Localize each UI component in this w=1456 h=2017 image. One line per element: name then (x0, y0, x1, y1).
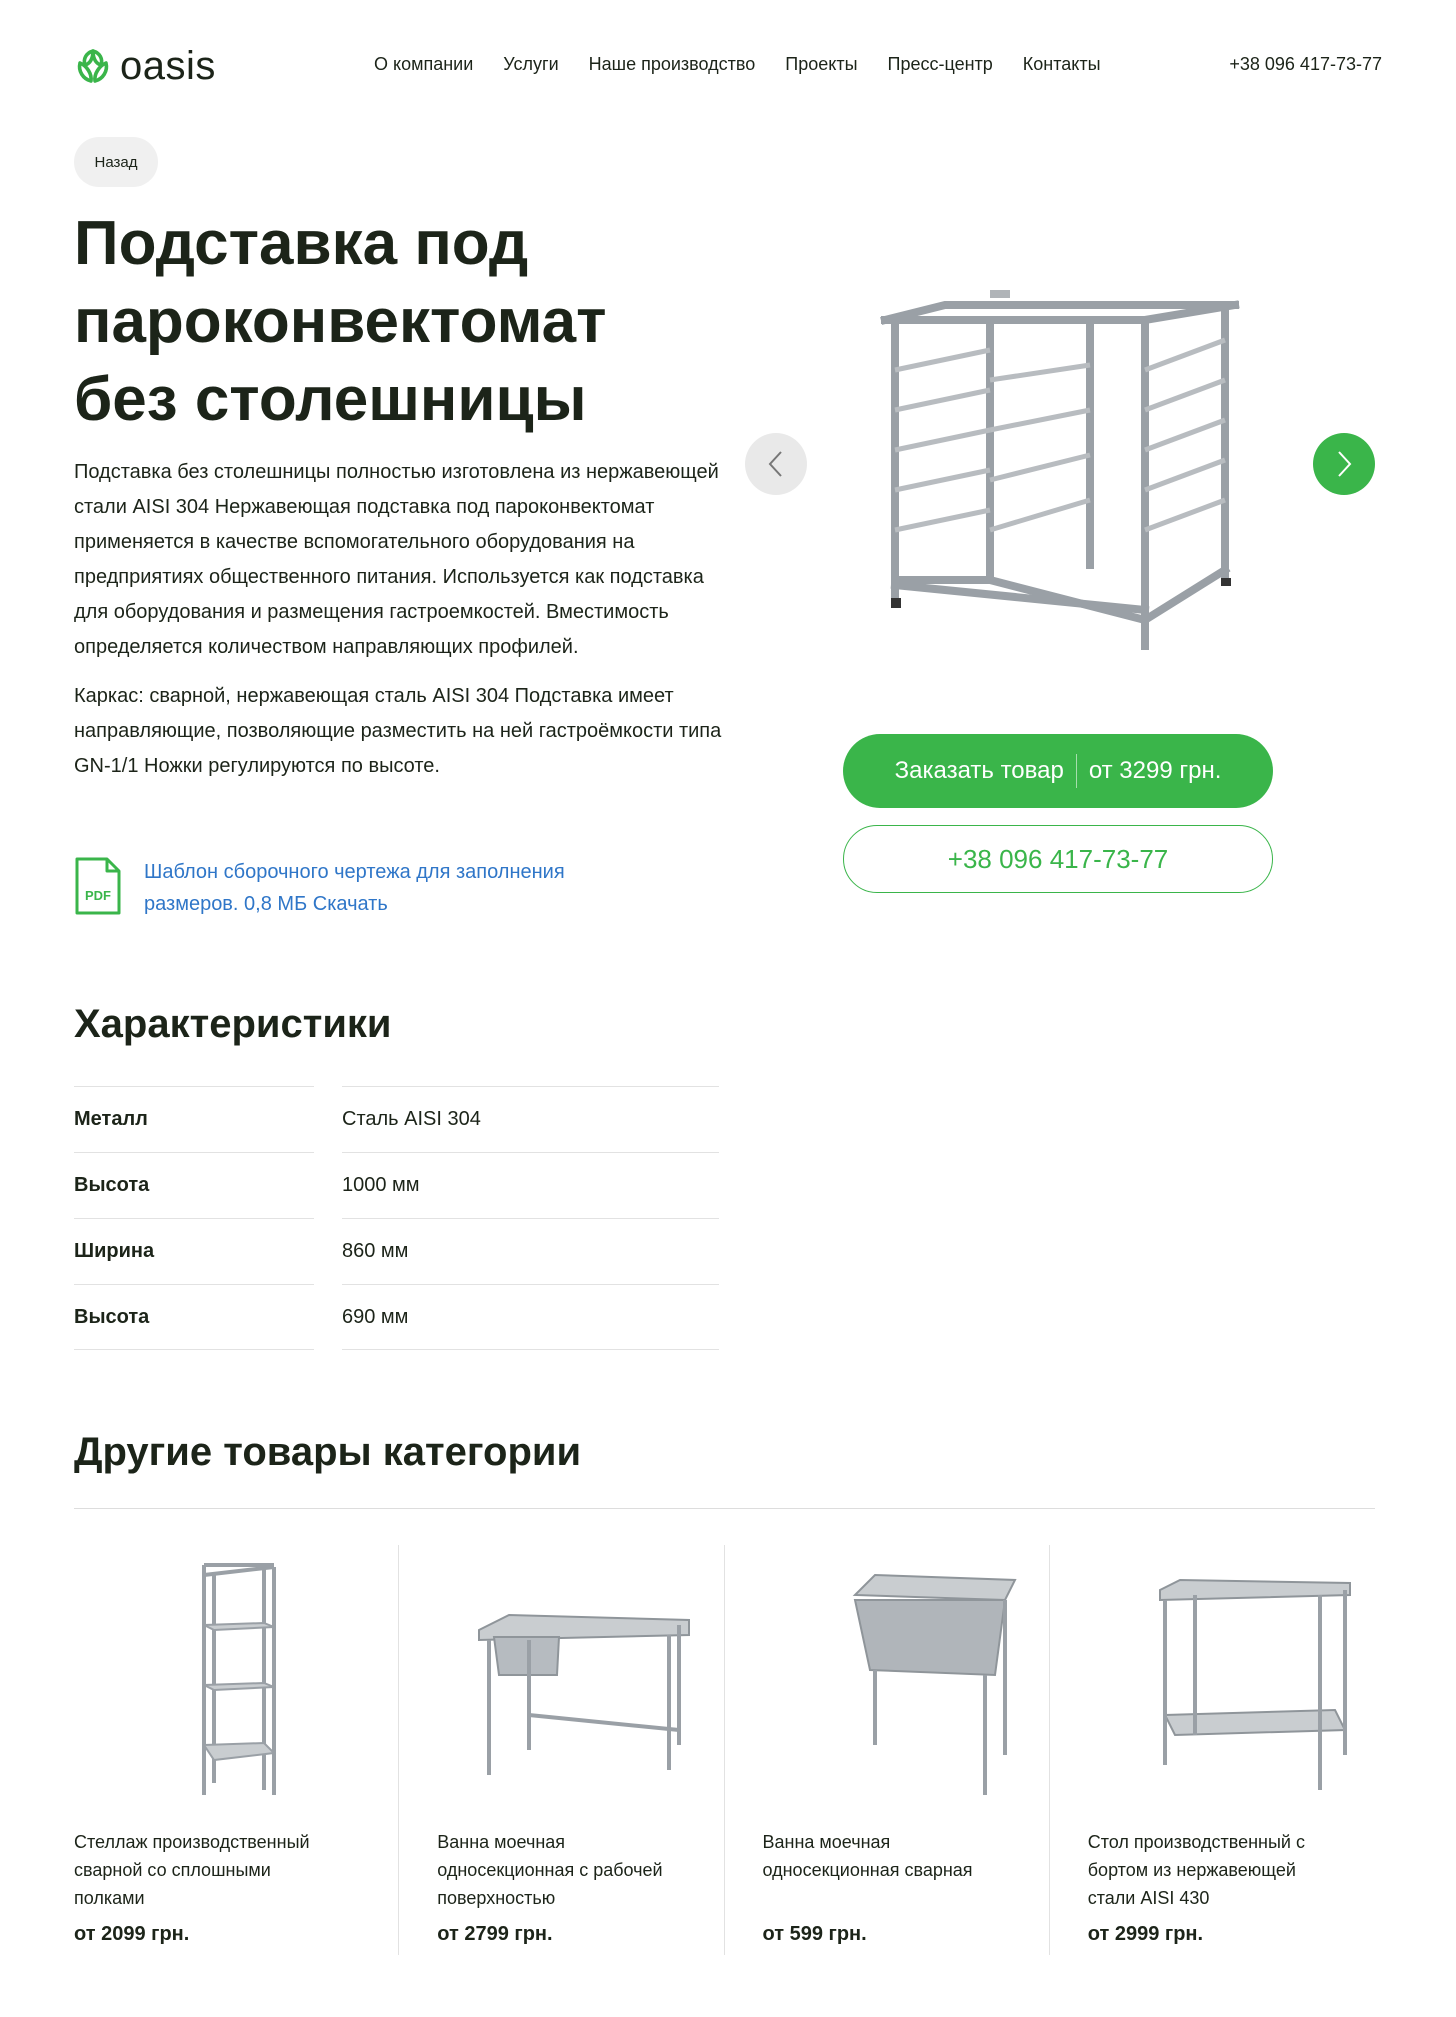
product-card[interactable]: Ванна моечная односекционная с рабочей п… (399, 1545, 725, 1955)
description-paragraph: Подставка без столешницы полностью изгот… (74, 461, 719, 658)
site-header: oasis О компании Услуги Наше производств… (74, 40, 1382, 92)
logo[interactable]: oasis (74, 46, 216, 86)
pdf-file-icon: PDF (75, 857, 121, 915)
pdf-download-link[interactable]: Шаблон сборочного чертежа для заполнения… (144, 856, 614, 920)
phone-button[interactable]: +38 096 417-73-77 (843, 825, 1273, 893)
product-card-image (202, 1563, 277, 1795)
pdf-label: PDF (85, 888, 111, 903)
order-button-divider (1075, 754, 1077, 788)
product-card-title: Стол производственный с бортом из нержав… (1087, 1832, 1305, 1908)
nav-item-projects[interactable]: Проекты (785, 54, 857, 75)
leaf-logo-icon (77, 49, 109, 83)
product-card[interactable]: Ванна моечная односекционная сварная от … (725, 1545, 1051, 1955)
pdf-download[interactable]: PDF Шаблон сборочного чертежа для заполн… (74, 856, 614, 920)
product-card-title: Ванна моечная односекционная сварная (762, 1832, 973, 1880)
specs-title: Характеристики (74, 1002, 392, 1046)
spec-row: Высота 1000 мм (74, 1152, 719, 1218)
product-card-image (478, 1613, 691, 1775)
related-title: Другие товары категории (74, 1430, 582, 1474)
main-nav: О компании Услуги Наше производство Прое… (374, 54, 1101, 75)
logo-text: oasis (120, 44, 216, 88)
spec-value: Сталь AISI 304 (342, 1086, 719, 1152)
product-card[interactable]: Стол производственный с бортом из нержав… (1050, 1545, 1375, 1955)
nav-item-production[interactable]: Наше производство (589, 54, 756, 75)
order-button-price: от 3299 грн. (1088, 757, 1222, 784)
header-phone-link[interactable]: +38 096 417-73-77 (1229, 54, 1382, 75)
spec-value: 860 мм (342, 1218, 719, 1284)
page-title: Подставка под пароконвектомат без столеш… (74, 209, 607, 434)
spec-value: 690 мм (342, 1284, 719, 1350)
specs-table: Металл Сталь AISI 304 Высота 1000 мм Шир… (74, 1086, 719, 1350)
related-products: Стеллаж производственный сварной со спло… (74, 1545, 1375, 1955)
spec-key: Ширина (74, 1218, 314, 1284)
nav-item-press[interactable]: Пресс-центр (888, 54, 993, 75)
product-card-price: от 2099 грн. (74, 1923, 190, 1945)
back-button[interactable]: Назад (74, 137, 158, 187)
product-card-title: Стеллаж производственный сварной со спло… (74, 1832, 310, 1908)
spec-row: Металл Сталь AISI 304 (74, 1086, 719, 1152)
spec-key: Высота (74, 1284, 314, 1350)
nav-item-contacts[interactable]: Контакты (1023, 54, 1101, 75)
product-card-price: от 2799 грн. (437, 1923, 553, 1945)
gallery-prev-button[interactable] (745, 433, 807, 495)
section-divider (74, 1508, 1375, 1509)
product-gallery (745, 270, 1375, 670)
spec-value: 1000 мм (342, 1152, 719, 1218)
chevron-right-icon (1338, 451, 1352, 477)
spec-row: Высота 690 мм (74, 1284, 719, 1350)
product-card-title: Ванна моечная односекционная с рабочей п… (437, 1832, 663, 1908)
product-card[interactable]: Стеллаж производственный сварной со спло… (74, 1545, 400, 1955)
chevron-left-icon (768, 451, 782, 477)
nav-item-about[interactable]: О компании (374, 54, 473, 75)
spec-key: Высота (74, 1152, 314, 1218)
product-card-price: от 2999 грн. (1087, 1923, 1204, 1945)
product-card-image (852, 1573, 1017, 1795)
order-button-label: Заказать товар (894, 757, 1064, 784)
order-button[interactable]: Заказать товар от 3299 грн. (843, 734, 1273, 808)
product-card-image (1158, 1578, 1351, 1790)
product-card-price: от 599 грн. (762, 1923, 867, 1945)
spec-key: Металл (74, 1086, 314, 1152)
nav-item-services[interactable]: Услуги (503, 54, 558, 75)
description-paragraph: Каркас: сварной, нержавеющая сталь AISI … (74, 685, 722, 777)
gallery-next-button[interactable] (1313, 433, 1375, 495)
product-description: Подставка без столешницы полностью изгот… (74, 455, 724, 784)
spec-row: Ширина 860 мм (74, 1218, 719, 1284)
product-image (880, 290, 1240, 650)
